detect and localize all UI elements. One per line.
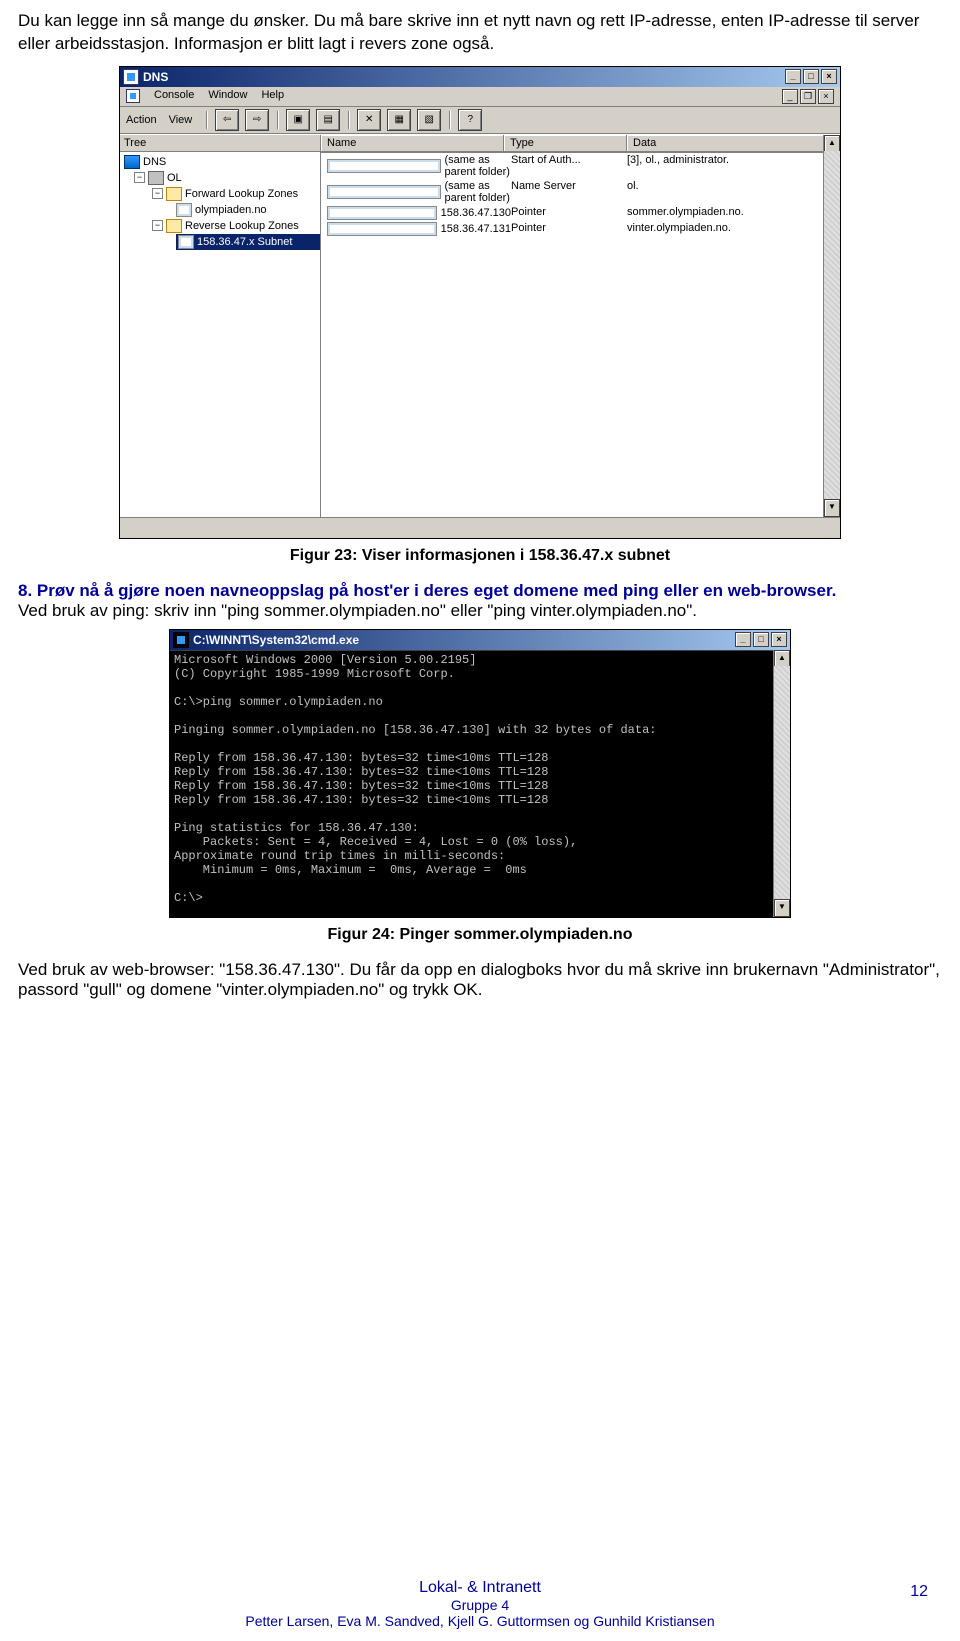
tree-server[interactable]: − OL — [124, 170, 320, 186]
scroll-down-button[interactable]: ▼ — [824, 499, 840, 517]
step8-body: Ved bruk av ping: skriv inn "ping sommer… — [18, 601, 697, 620]
tree-rev-child-selected[interactable]: 158.36.47.x Subnet — [176, 234, 320, 250]
cmd-window: C:\WINNT\System32\cmd.exe _ □ × Microsof… — [169, 629, 791, 918]
table-row[interactable]: (same as parent folder) Name Server ol. — [321, 179, 840, 205]
record-icon — [327, 206, 437, 220]
dns-window: DNS _ □ × Console Window Help _ ❐ × Acti… — [119, 66, 841, 539]
cmd-scrollbar[interactable]: ▲ ▼ — [773, 650, 790, 917]
dns-statusbar — [120, 517, 840, 538]
export-button[interactable]: ▧ — [417, 109, 441, 131]
menu-action[interactable]: Action — [126, 114, 163, 126]
step8-block: 8. Prøv nå å gjøre noen navneoppslag på … — [18, 581, 942, 621]
dns-title-text: DNS — [143, 70, 168, 84]
intro-paragraph: Du kan legge inn så mange du ønsker. Du … — [18, 10, 942, 56]
table-row[interactable]: 158.36.47.130 Pointer sommer.olympiaden.… — [321, 205, 840, 221]
tree-rev-zones[interactable]: − Reverse Lookup Zones — [124, 218, 320, 234]
tree-header: Tree — [120, 135, 320, 152]
collapse-toggle[interactable]: − — [152, 188, 163, 199]
dns-titlebar[interactable]: DNS _ □ × — [120, 67, 840, 87]
zone-icon — [178, 235, 194, 249]
tree-fwd-zones[interactable]: − Forward Lookup Zones — [124, 186, 320, 202]
console-icon — [126, 89, 140, 103]
menu-window[interactable]: Window — [208, 89, 247, 104]
folder-icon — [166, 187, 182, 201]
cmd-title-text: C:\WINNT\System32\cmd.exe — [193, 633, 359, 647]
record-icon — [327, 185, 441, 199]
back-button[interactable]: ⇦ — [215, 109, 239, 131]
properties-button[interactable]: ▤ — [316, 109, 340, 131]
server-icon — [148, 171, 164, 185]
maximize-button[interactable]: □ — [803, 69, 819, 84]
delete-button[interactable]: ✕ — [357, 109, 381, 131]
vertical-scrollbar[interactable]: ▲ ▼ — [823, 135, 840, 517]
dns-root-icon — [124, 155, 140, 169]
tree-root[interactable]: DNS — [124, 154, 320, 170]
footer-line2: Gruppe 4 — [0, 1597, 960, 1613]
page-footer: Lokal- & Intranett Gruppe 4 Petter Larse… — [0, 1579, 960, 1629]
zone-icon — [176, 203, 192, 217]
maximize-button[interactable]: □ — [753, 632, 769, 647]
up-button[interactable]: ▣ — [286, 109, 310, 131]
menu-view[interactable]: View — [169, 114, 199, 126]
minimize-button[interactable]: _ — [735, 632, 751, 647]
cmd-output: Microsoft Windows 2000 [Version 5.00.219… — [170, 650, 773, 917]
inner-minimize-button[interactable]: _ — [782, 89, 798, 104]
close-button[interactable]: × — [821, 69, 837, 84]
inner-restore-button[interactable]: ❐ — [800, 89, 816, 104]
tree-pane: Tree DNS − OL − Forward Lookup Zones — [120, 135, 321, 517]
table-row[interactable]: 158.36.47.131 Pointer vinter.olympiaden.… — [321, 221, 840, 237]
dns-toolbar: Action View ⇦ ⇨ ▣ ▤ ✕ ▦ ▧ ? — [120, 107, 840, 134]
col-name[interactable]: Name — [321, 135, 504, 152]
list-pane: Name Type Data (same as parent folder) S… — [321, 135, 840, 517]
footer-line1: Lokal- & Intranett — [0, 1579, 960, 1597]
scroll-down-button[interactable]: ▼ — [774, 899, 790, 917]
table-row[interactable]: (same as parent folder) Start of Auth...… — [321, 153, 840, 179]
tree-fwd-child[interactable]: olympiaden.no — [124, 202, 320, 218]
step8-heading: 8. Prøv nå å gjøre noen navneoppslag på … — [18, 581, 836, 600]
inner-close-button[interactable]: × — [818, 89, 834, 104]
menu-help[interactable]: Help — [261, 89, 284, 104]
collapse-toggle[interactable]: − — [134, 172, 145, 183]
col-data[interactable]: Data — [627, 135, 840, 152]
col-type[interactable]: Type — [504, 135, 627, 152]
record-icon — [327, 159, 441, 173]
cmd-icon — [173, 632, 189, 648]
minimize-button[interactable]: _ — [785, 69, 801, 84]
help-button[interactable]: ? — [458, 109, 482, 131]
forward-button[interactable]: ⇨ — [245, 109, 269, 131]
after-fig24-paragraph: Ved bruk av web-browser: "158.36.47.130"… — [18, 960, 942, 1000]
folder-icon — [166, 219, 182, 233]
dns-menubar-1: Console Window Help _ ❐ × — [120, 87, 840, 107]
close-button[interactable]: × — [771, 632, 787, 647]
refresh-button[interactable]: ▦ — [387, 109, 411, 131]
figure24-caption: Figur 24: Pinger sommer.olympiaden.no — [18, 926, 942, 944]
cmd-titlebar[interactable]: C:\WINNT\System32\cmd.exe _ □ × — [170, 630, 790, 650]
figure23-caption: Figur 23: Viser informasjonen i 158.36.4… — [18, 547, 942, 565]
record-icon — [327, 222, 437, 236]
dns-app-icon — [123, 69, 139, 85]
footer-line3: Petter Larsen, Eva M. Sandved, Kjell G. … — [0, 1613, 960, 1629]
menu-console[interactable]: Console — [154, 89, 194, 104]
collapse-toggle[interactable]: − — [152, 220, 163, 231]
